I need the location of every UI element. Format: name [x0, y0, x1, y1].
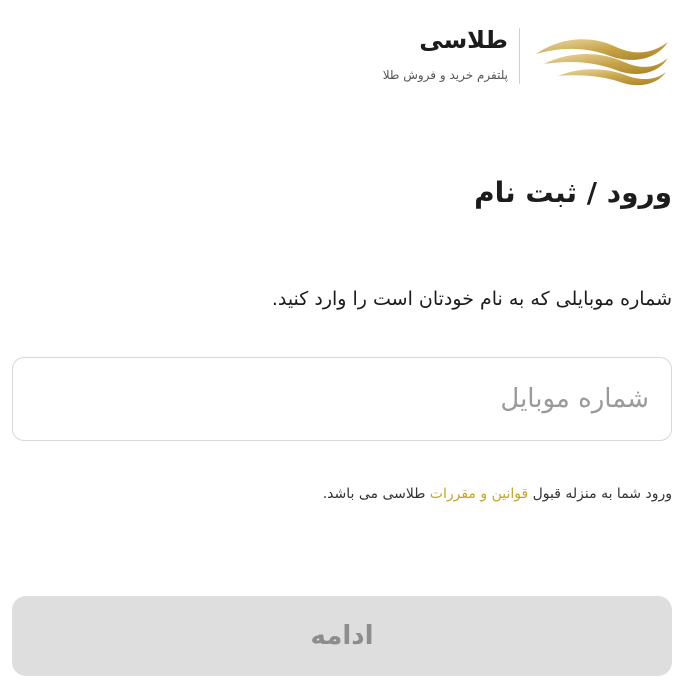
brand-name: طلاسی [419, 26, 508, 54]
terms-text-after: طلاسی می باشد. [322, 486, 430, 502]
gold-waves-icon [536, 39, 668, 86]
site-header: طلاسی پلتفرم خرید و فروش طلا [352, 22, 672, 90]
brand-tagline: پلتفرم خرید و فروش طلا [382, 68, 508, 82]
page-title: ورود / ثبت نام [474, 176, 672, 209]
continue-button[interactable]: ادامه [12, 596, 672, 676]
terms-notice: ورود شما به منزله قبول قوانین و مقررات ط… [323, 486, 672, 502]
terms-text-before: ورود شما به منزله قبول [528, 486, 672, 502]
mobile-number-input[interactable] [12, 357, 672, 441]
terms-link[interactable]: قوانین و مقررات [430, 486, 528, 502]
logo-divider [519, 28, 520, 84]
mobile-instruction: شماره موبایلی که به نام خودتان است را وا… [271, 288, 672, 310]
